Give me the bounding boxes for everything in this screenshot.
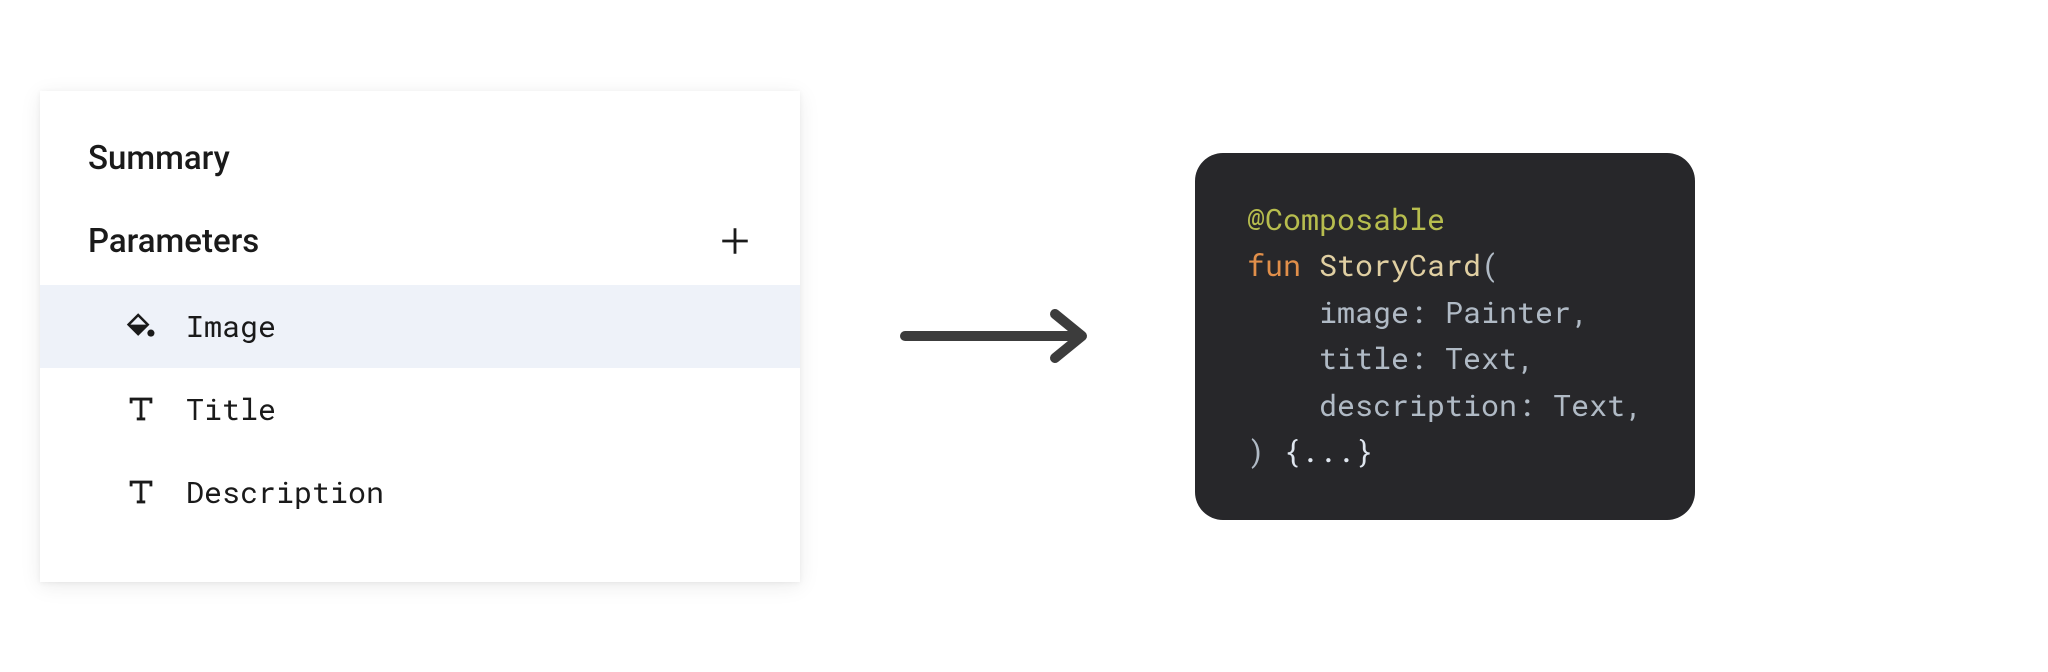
fill-icon [124,309,158,343]
code-param-name: image [1319,293,1409,332]
parameter-list: Image Title Description [40,285,800,534]
parameter-item-title[interactable]: Title [40,368,800,451]
code-param-type: Text [1553,386,1625,425]
code-body: {...} [1283,432,1373,471]
properties-panel: Summary Parameters Image Title [40,91,800,582]
parameters-section-header: Parameters [40,222,800,261]
code-keyword-fun: fun [1247,246,1301,285]
arrow-right-icon [900,306,1095,366]
code-param-name: title [1319,339,1409,378]
parameter-label: Title [186,390,276,429]
parameters-section-title: Parameters [88,222,259,261]
code-param-type: Text [1445,339,1517,378]
code-close-paren: ) [1247,432,1265,471]
parameter-item-description[interactable]: Description [40,451,800,534]
text-icon [124,392,158,426]
code-snippet: @Composable fun StoryCard( image: Painte… [1195,153,1695,520]
summary-section-title: Summary [40,139,800,178]
code-function-name: StoryCard [1319,246,1481,285]
transform-arrow [900,306,1095,366]
code-param-name: description [1319,386,1517,425]
text-icon [124,475,158,509]
add-parameter-button[interactable] [718,224,752,258]
code-open-paren: ( [1481,246,1499,285]
code-param-type: Painter [1445,293,1571,332]
parameter-label: Image [186,307,276,346]
parameter-label: Description [186,473,384,512]
parameter-item-image[interactable]: Image [40,285,800,368]
plus-icon [718,224,752,258]
code-annotation: @Composable [1247,200,1445,239]
